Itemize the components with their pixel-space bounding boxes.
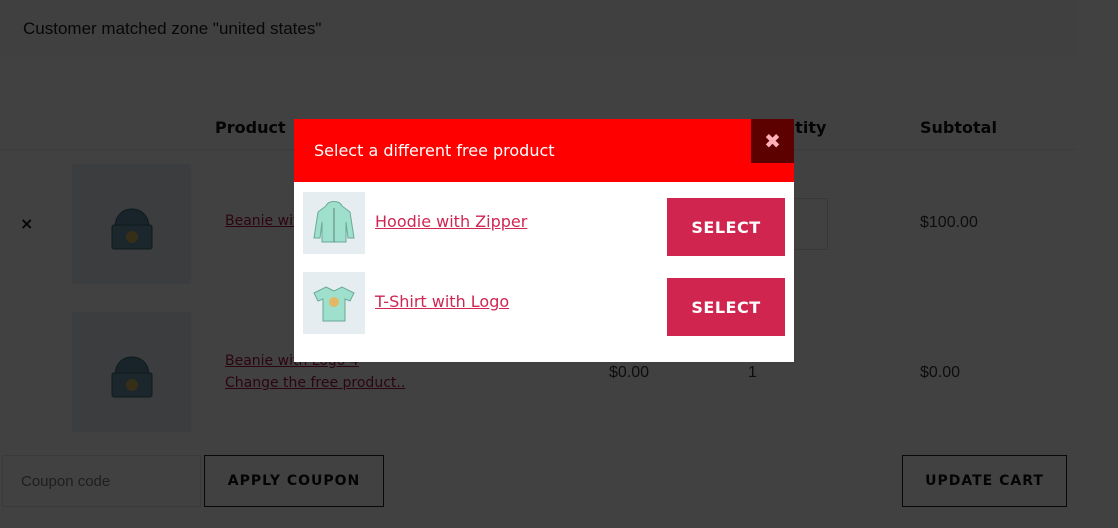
- hoodie-icon: [313, 201, 355, 243]
- close-icon[interactable]: ✖: [751, 119, 794, 163]
- free-product-modal: Select a different free product ✖ Hoodie…: [294, 119, 794, 362]
- modal-product-item: Hoodie with Zipper SELECT: [303, 192, 785, 256]
- modal-header: Select a different free product: [294, 119, 794, 182]
- tshirt-icon: [313, 286, 355, 322]
- hoodie-with-zipper-link[interactable]: Hoodie with Zipper: [375, 212, 527, 231]
- modal-product-item: T-Shirt with Logo SELECT: [303, 272, 785, 336]
- select-hoodie-button[interactable]: SELECT: [667, 198, 785, 256]
- hoodie-image[interactable]: [303, 192, 365, 254]
- tshirt-with-logo-link[interactable]: T-Shirt with Logo: [375, 292, 509, 311]
- modal-title: Select a different free product: [314, 141, 555, 160]
- tshirt-image[interactable]: [303, 272, 365, 334]
- select-tshirt-button[interactable]: SELECT: [667, 278, 785, 336]
